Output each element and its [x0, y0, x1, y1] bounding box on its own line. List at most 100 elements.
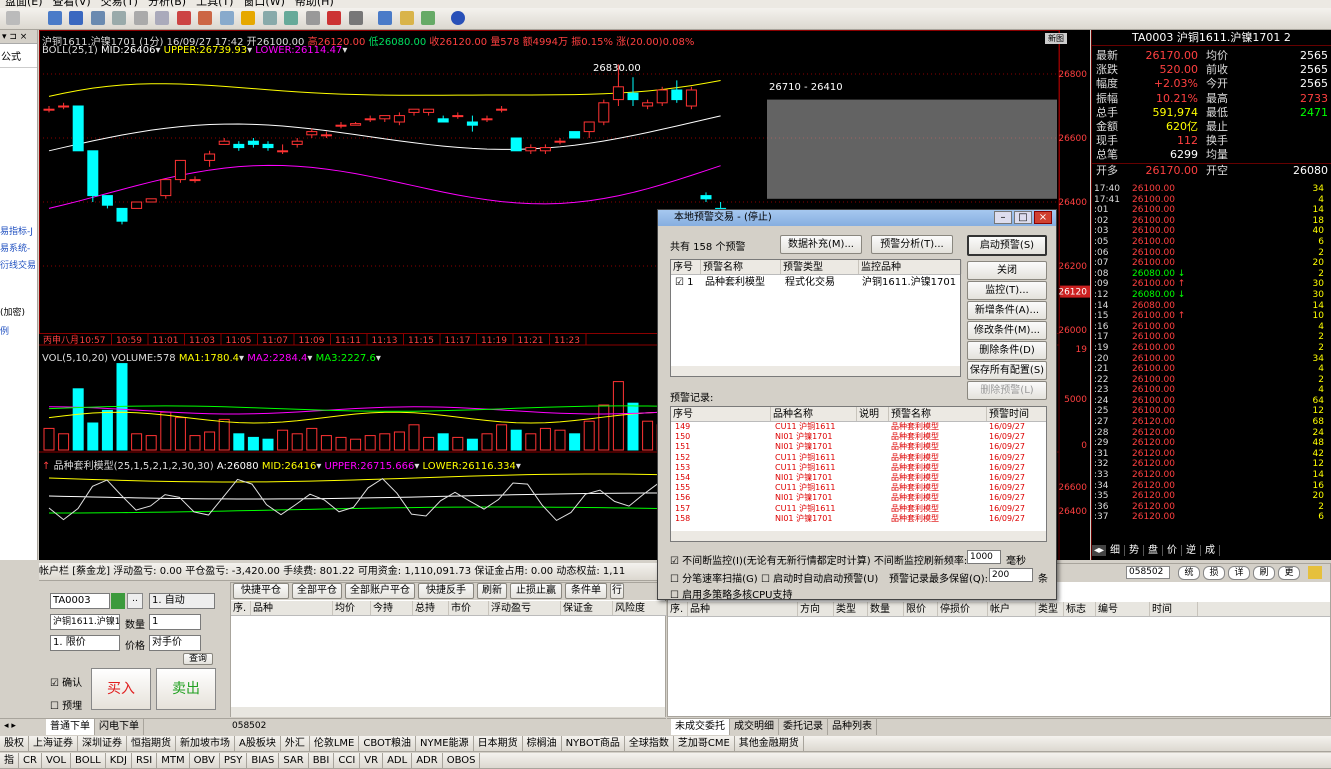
alert-list[interactable]: 序号 预警名称 预警类型 监控品种 ☑ 1 品种套利模型 程式化交易 沪铜1611.沪… — [670, 259, 962, 377]
price-input[interactable]: 对手价 — [149, 635, 201, 651]
menu-item[interactable]: 交易(T) — [96, 0, 143, 8]
market-tab[interactable]: 全球指数 — [625, 736, 674, 751]
minimize-icon[interactable]: – — [994, 211, 1012, 224]
close-icon[interactable]: × — [1034, 211, 1052, 224]
market-tab[interactable]: 伦敦LME — [310, 736, 360, 751]
pos-button[interactable]: 全部账户平仓 — [345, 583, 415, 599]
alert-row[interactable]: ☑ 1 品种套利模型 程式化交易 沪铜1611.沪镍1701 — [671, 275, 960, 290]
indicator-tab[interactable]: ADL — [383, 753, 413, 768]
tools-icon[interactable] — [1308, 566, 1322, 579]
panel-button[interactable]: 详 — [1228, 566, 1250, 580]
keep-input[interactable]: 200 — [989, 568, 1033, 582]
record-row[interactable]: 149 CU11 沪铜1611 品种套利模型 16/09/27 — [671, 422, 1046, 432]
freq-input[interactable]: 1000 — [967, 550, 1001, 564]
pos-column[interactable]: 风险度 — [613, 601, 667, 615]
alert-column[interactable]: 预警类型 — [781, 260, 859, 274]
alert-column[interactable]: 监控品种 — [859, 260, 962, 274]
pos-button[interactable]: 止损止赢 — [510, 583, 562, 599]
grid-icon[interactable] — [262, 11, 277, 25]
dialog-side-button[interactable]: 新增条件(A)... — [967, 301, 1047, 320]
formula-link[interactable]: 易指标-J — [0, 224, 37, 237]
money-icon[interactable] — [421, 11, 435, 25]
stock-icon[interactable] — [47, 11, 62, 25]
menu-item[interactable]: 盘面(E) — [0, 0, 48, 8]
dialog-side-button[interactable]: 删除条件(D) — [967, 341, 1047, 360]
market-tab[interactable]: A股板块 — [235, 736, 281, 751]
record-row[interactable]: 153 CU11 沪铜1611 品种套利模型 16/09/27 — [671, 463, 1046, 473]
indicator-tab[interactable]: KDJ — [106, 753, 132, 768]
confirm-checkbox[interactable]: ☑ 确认 — [50, 674, 82, 689]
quote-tab[interactable]: 价 — [1163, 545, 1183, 556]
zoom-icon[interactable] — [90, 11, 105, 25]
order-column[interactable]: 品种 — [688, 602, 798, 616]
indicator-tab[interactable]: ADR — [412, 753, 443, 768]
query-button[interactable]: 查询 — [183, 653, 213, 665]
order-list-tab[interactable]: 委托记录 — [779, 719, 828, 735]
order-column[interactable]: 数量 — [868, 602, 904, 616]
market-tab[interactable]: 新加坡市场 — [176, 736, 235, 751]
market-tab[interactable]: NYBOT商品 — [562, 736, 625, 751]
pos-button[interactable]: 刷新 — [477, 583, 507, 599]
order-column[interactable]: 编号 — [1096, 602, 1150, 616]
opt-multicore[interactable]: ☐ 启用多策略多核CPU支持 — [670, 586, 793, 601]
pos-button[interactable]: 快捷平仓 — [233, 583, 289, 599]
indicator-tab[interactable]: BOLL — [71, 753, 106, 768]
dialog-side-button[interactable]: 保存所有配置(S) — [967, 361, 1047, 380]
order-column[interactable]: 类型 — [834, 602, 868, 616]
dialog-side-button[interactable]: 关闭 — [967, 261, 1047, 280]
tab-nav-icon[interactable]: ◂ ▸ — [4, 721, 16, 731]
record-row[interactable]: 150 NI01 沪镍1701 品种套利模型 16/09/27 — [671, 432, 1046, 442]
market-tab[interactable]: 上海证券 — [29, 736, 78, 751]
data-supplement-button[interactable]: 数据补充(M)... — [780, 235, 862, 254]
pos-button[interactable]: 快捷反手 — [418, 583, 474, 599]
indicator-tab[interactable]: BBI — [309, 753, 335, 768]
order-column[interactable]: 序. — [668, 602, 688, 616]
formula-link[interactable]: 衍线交易 — [0, 258, 37, 271]
formula-link[interactable]: 易系统- — [0, 241, 37, 254]
quote-tab[interactable]: 逆 — [1182, 545, 1202, 556]
pos-column[interactable]: 品种 — [251, 601, 333, 615]
sell-button[interactable]: 卖出 — [156, 668, 216, 710]
alert-column[interactable]: 预警名称 — [701, 260, 781, 274]
layout-icon[interactable] — [348, 11, 363, 25]
quote-tab[interactable]: 盘 — [1144, 545, 1164, 556]
market-tab[interactable]: 芝加哥CME — [674, 736, 735, 751]
order-column[interactable]: 时间 — [1150, 602, 1198, 616]
indicator-tab[interactable]: MTM — [157, 753, 190, 768]
trade-icon[interactable] — [198, 11, 212, 25]
record-column[interactable]: 预警时间 — [987, 407, 1046, 421]
order-type-select[interactable]: 1. 限价 — [50, 635, 120, 651]
pos-column[interactable]: 序. — [231, 601, 251, 615]
menu-item[interactable]: 分析(B) — [143, 0, 191, 8]
quote-tab[interactable]: 势 — [1125, 545, 1145, 556]
indicator-tab[interactable]: 指 — [0, 753, 19, 768]
lock-icon[interactable] — [111, 593, 125, 609]
crosshair-icon[interactable] — [69, 11, 83, 25]
alert-icon[interactable] — [241, 11, 255, 25]
record-column[interactable]: 序号 — [671, 407, 771, 421]
edit-icon[interactable] — [133, 11, 148, 25]
market-tab[interactable]: CBOT粮油 — [359, 736, 417, 751]
indicator-tab[interactable]: OBOS — [443, 753, 481, 768]
indicator-tab[interactable]: VOL — [42, 753, 72, 768]
record-row[interactable]: 155 CU11 沪铜1611 品种套利模型 16/09/27 — [671, 483, 1046, 493]
pos-column[interactable]: 保证金 — [561, 601, 613, 615]
record-row[interactable]: 156 NI01 沪镍1701 品种套利模型 16/09/27 — [671, 493, 1046, 503]
opt-continuous[interactable]: ☑ 不间断监控(I)(无论有无新行情都定时计算) 不间断监控刷新频率: — [670, 552, 967, 567]
market-tab[interactable]: 外汇 — [281, 736, 310, 751]
doc-icon[interactable] — [219, 11, 234, 25]
pos-column[interactable]: 市价 — [449, 601, 489, 615]
order-column[interactable]: 方向 — [798, 602, 834, 616]
panel-button[interactable]: 统 — [1178, 566, 1200, 580]
order-tab[interactable]: 闪电下单 — [95, 719, 144, 735]
name-input[interactable]: 沪铜1611.沪镍1 — [50, 614, 120, 630]
mode-select[interactable]: 1. 自动 — [149, 593, 215, 609]
indicator-tab[interactable]: CCI — [334, 753, 361, 768]
menu-item[interactable]: 查看(V) — [48, 0, 96, 8]
pos-button[interactable]: 行 — [610, 583, 624, 599]
market-tab[interactable]: 深圳证券 — [78, 736, 127, 751]
market-tab[interactable]: 其他金融期货 — [735, 736, 804, 751]
market-tab[interactable]: 日本期货 — [474, 736, 523, 751]
indicator-tab[interactable]: CR — [19, 753, 42, 768]
record-column[interactable]: 预警名称 — [889, 407, 987, 421]
